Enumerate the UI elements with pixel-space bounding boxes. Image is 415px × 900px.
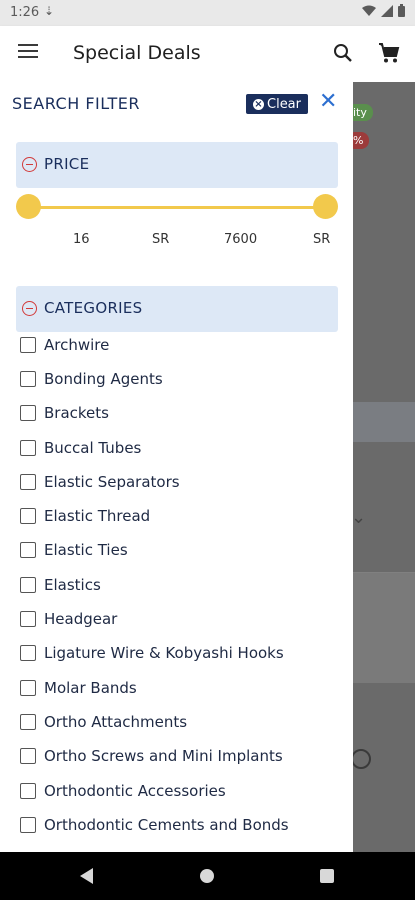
- price-min-currency: SR: [152, 232, 170, 247]
- category-item[interactable]: Elastic Ties: [20, 536, 128, 564]
- smile-icon: [351, 749, 371, 769]
- categories-section-header[interactable]: CATEGORIES: [16, 286, 338, 332]
- category-label: Ligature Wire & Kobyashi Hooks: [44, 644, 284, 662]
- clear-button[interactable]: × Clear: [246, 94, 308, 114]
- price-max-currency: SR: [313, 232, 331, 247]
- category-label: Elastic Thread: [44, 507, 151, 525]
- category-item[interactable]: Orthodontic Accessories: [20, 777, 226, 805]
- category-label: Ortho Screws and Mini Implants: [44, 747, 283, 765]
- status-icons: [362, 4, 405, 17]
- category-item[interactable]: Elastics: [20, 571, 101, 599]
- checkbox[interactable]: [20, 508, 36, 524]
- filter-header: SEARCH FILTER × Clear ✕: [0, 82, 353, 126]
- clear-label: Clear: [267, 96, 301, 112]
- slider-min-handle[interactable]: [16, 194, 41, 219]
- price-max: 7600: [224, 232, 258, 247]
- category-item[interactable]: Brackets: [20, 399, 109, 427]
- category-item[interactable]: Ligature Wire & Kobyashi Hooks: [20, 639, 284, 667]
- checkbox[interactable]: [20, 542, 36, 558]
- category-label: Archwire: [44, 336, 110, 354]
- checkbox[interactable]: [20, 817, 36, 833]
- price-section-header[interactable]: PRICE: [16, 142, 338, 188]
- background-overlay[interactable]: ity % ⌄: [347, 82, 415, 852]
- wifi-icon: [362, 5, 376, 16]
- status-bar: 1:26 ⇣: [0, 0, 415, 26]
- chevron-down-icon: ⌄: [351, 507, 367, 528]
- app-bar: Special Deals: [0, 26, 415, 82]
- category-label: Buccal Tubes: [44, 439, 142, 457]
- search-filter-panel: SEARCH FILTER × Clear ✕ PRICE 16 SR 7600…: [0, 82, 353, 852]
- category-item[interactable]: Orthodontic Cements and Bonds: [20, 811, 289, 839]
- price-range-slider[interactable]: [16, 194, 338, 220]
- checkbox[interactable]: [20, 371, 36, 387]
- category-label: Ortho Attachments: [44, 713, 188, 731]
- checkbox[interactable]: [20, 474, 36, 490]
- category-label: Orthodontic Cements and Bonds: [44, 816, 289, 834]
- search-icon[interactable]: [333, 43, 353, 67]
- category-item[interactable]: Headgear: [20, 605, 117, 633]
- close-icon[interactable]: ✕: [319, 91, 337, 113]
- filter-title: SEARCH FILTER: [12, 94, 140, 113]
- category-item[interactable]: Buccal Tubes: [20, 434, 141, 462]
- status-time: 1:26: [10, 5, 40, 20]
- background-block: [353, 402, 415, 442]
- checkbox[interactable]: [20, 577, 36, 593]
- battery-icon: [398, 4, 405, 17]
- slider-max-handle[interactable]: [313, 194, 338, 219]
- category-label: Molar Bands: [44, 679, 137, 697]
- checkbox[interactable]: [20, 611, 36, 627]
- category-item[interactable]: Elastic Thread: [20, 502, 150, 530]
- checkbox[interactable]: [20, 440, 36, 456]
- collapse-icon: [22, 301, 37, 316]
- checkbox[interactable]: [20, 405, 36, 421]
- menu-icon[interactable]: [18, 43, 38, 63]
- category-label: Elastics: [44, 576, 101, 594]
- category-item[interactable]: Archwire: [20, 331, 109, 359]
- back-icon[interactable]: [80, 868, 93, 884]
- category-label: Elastic Separators: [44, 473, 180, 491]
- category-item[interactable]: Molar Bands: [20, 674, 137, 702]
- home-icon[interactable]: [200, 869, 214, 883]
- checkbox[interactable]: [20, 748, 36, 764]
- category-label: Orthodontic Accessories: [44, 782, 226, 800]
- download-icon: ⇣: [44, 4, 55, 18]
- checkbox[interactable]: [20, 783, 36, 799]
- background-block: [353, 572, 415, 683]
- signal-icon: [381, 4, 393, 17]
- category-label: Bonding Agents: [44, 370, 163, 388]
- category-item[interactable]: Ortho Attachments: [20, 708, 187, 736]
- categories-title: CATEGORIES: [44, 299, 143, 317]
- category-label: Brackets: [44, 404, 109, 422]
- recent-apps-icon[interactable]: [320, 869, 334, 883]
- category-item[interactable]: Bonding Agents: [20, 365, 163, 393]
- collapse-icon: [22, 157, 37, 172]
- clear-icon: ×: [253, 98, 264, 110]
- page-title: Special Deals: [73, 42, 201, 64]
- price-title: PRICE: [44, 155, 90, 173]
- price-min: 16: [73, 232, 90, 247]
- category-item[interactable]: Elastic Separators: [20, 468, 180, 496]
- slider-track: [28, 206, 326, 209]
- checkbox[interactable]: [20, 714, 36, 730]
- system-nav-bar: [0, 852, 415, 900]
- category-label: Headgear: [44, 610, 118, 628]
- cart-icon[interactable]: [378, 42, 400, 68]
- checkbox[interactable]: [20, 645, 36, 661]
- category-item[interactable]: Ortho Screws and Mini Implants: [20, 742, 283, 770]
- checkbox[interactable]: [20, 680, 36, 696]
- category-label: Elastic Ties: [44, 541, 128, 559]
- checkbox[interactable]: [20, 337, 36, 353]
